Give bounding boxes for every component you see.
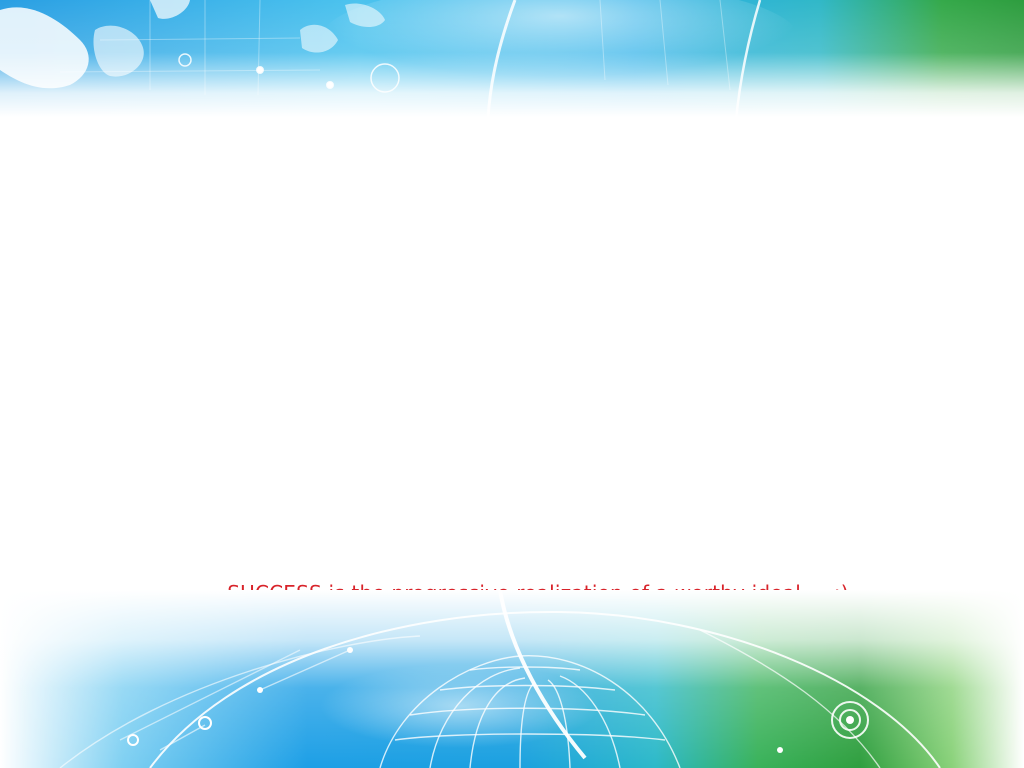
wireframe-globe-banner	[0, 590, 1024, 768]
world-map-banner	[0, 0, 1024, 150]
slide: SUCCESS is the progressive realization o…	[0, 0, 1024, 768]
